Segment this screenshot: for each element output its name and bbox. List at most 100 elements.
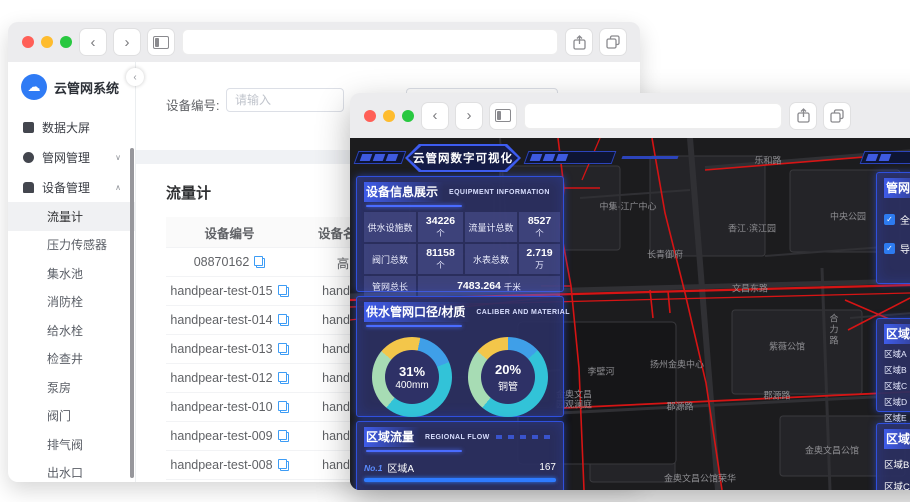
stat-unit: 千米 xyxy=(503,281,521,292)
layer-option[interactable]: ✓ 全选 xyxy=(884,212,910,227)
chevron-down-icon: ∨ xyxy=(115,152,121,162)
region-peak-panel: 区域峰值 区域A 区域B 区域C 区域D 区域E 0 xyxy=(876,318,910,423)
stat-value: 34226 xyxy=(425,214,456,227)
address-bar[interactable] xyxy=(524,102,782,129)
copy-icon[interactable] xyxy=(277,459,289,471)
browser-chrome: ‹ › xyxy=(350,93,910,138)
pipe-layers-panel: 管网图层 ✓ 全选 ✓ 导入 xyxy=(876,172,910,284)
sidebar-item-pump-house[interactable]: 泵房 xyxy=(8,373,135,402)
copy-icon[interactable] xyxy=(277,372,289,384)
sidebar-item-valve[interactable]: 阀门 xyxy=(8,402,135,431)
close-window-button[interactable] xyxy=(364,109,376,122)
share-button[interactable] xyxy=(566,29,592,55)
sidebar-item-water-hydrant[interactable]: 给水栓 xyxy=(8,316,135,345)
copy-icon[interactable] xyxy=(277,430,289,442)
address-bar[interactable] xyxy=(182,29,558,55)
dashboard: 乐和路 中集·江广中心 香江·滨江园 中央公园 长青御府 文昌东路 合力路 紫薇… xyxy=(350,138,910,490)
flow-bar-track xyxy=(364,478,556,482)
maximize-window-button[interactable] xyxy=(402,109,414,122)
copy-icon[interactable] xyxy=(277,401,289,413)
sidebar-item-outlet[interactable]: 出水口 xyxy=(8,459,135,483)
checkbox-checked-icon[interactable]: ✓ xyxy=(884,214,895,225)
tab-overview-button[interactable] xyxy=(148,29,174,55)
maximize-window-button[interactable] xyxy=(60,36,72,48)
stat-unit: 个 xyxy=(535,228,544,239)
tab-overview-button[interactable] xyxy=(490,102,516,129)
sidebar-item-flowmeter[interactable]: 流量计 xyxy=(8,202,135,231)
device-id-label: 设备编号: xyxy=(166,99,220,113)
device-id: handpear-test-010 xyxy=(170,400,273,414)
sidebar-scrollbar[interactable] xyxy=(130,148,134,478)
legend-item: 区域D xyxy=(884,396,910,408)
regional-flow-panel: 区域流量 REGIONAL FLOW No.1 区域A 167 No.2 区域C… xyxy=(356,421,564,490)
forward-button[interactable]: › xyxy=(456,102,482,129)
stat-value: 2.719 xyxy=(526,246,553,259)
material-donut-chart[interactable]: 20% 铜管 xyxy=(468,337,548,417)
map-road-label: 郡源路 xyxy=(763,390,791,401)
caliber-donut-chart[interactable]: 31% 400mm xyxy=(372,337,452,417)
copy-icon[interactable] xyxy=(277,343,289,355)
sidebar-collapse-button[interactable]: ‹ xyxy=(126,68,144,86)
minimize-window-button[interactable] xyxy=(383,109,395,122)
tabs-button[interactable] xyxy=(600,29,626,55)
sidebar-item-label: 数据大屏 xyxy=(42,120,91,135)
sidebar-toggle-icon xyxy=(153,35,169,49)
equipment-info-panel: 设备信息展示 EQUIPMENT INFORMATION 供水设施数 34226… xyxy=(356,176,564,297)
map-road-label: 乐和路 xyxy=(754,155,782,166)
panel-title: 区域流量 xyxy=(364,427,421,447)
map-place-label: 中央公园 xyxy=(829,211,867,222)
panel-title: 区域流量 xyxy=(884,429,910,449)
map-place-label: 紫薇公馆 xyxy=(768,341,806,352)
region-row: 区域B xyxy=(884,460,910,471)
map-place-label: 中集·江广中心 xyxy=(599,201,657,212)
browser-chrome: ‹ › xyxy=(8,22,640,62)
stat-label: 水表总数 xyxy=(472,254,509,265)
device-id: handpear-test-009 xyxy=(170,429,273,443)
map-place-label: 金奥文昌公馆荣华 xyxy=(663,473,737,484)
back-icon: ‹ xyxy=(432,107,438,124)
checkbox-checked-icon[interactable]: ✓ xyxy=(884,243,895,254)
regional-flow-right-panel: 区域流量 区域B 区域C 区域D 区域E xyxy=(876,423,910,490)
device-id: handpear-test-013 xyxy=(170,342,273,356)
layer-option[interactable]: ✓ 导入 xyxy=(884,241,910,256)
traffic-lights xyxy=(22,36,72,48)
title-underline xyxy=(366,325,462,327)
legend-label: 区域C xyxy=(884,381,908,391)
sidebar-item-device-management[interactable]: 设备管理 ∧ xyxy=(8,172,135,202)
pipe-management-icon xyxy=(23,151,34,163)
header-decoration-left xyxy=(353,151,407,164)
device-id-input[interactable] xyxy=(226,88,344,112)
flow-value: 167 xyxy=(539,462,556,473)
app-logo: ☁ 云管网系统 xyxy=(8,62,135,112)
forward-button[interactable]: › xyxy=(114,29,140,55)
minimize-window-button[interactable] xyxy=(41,36,53,48)
sidebar-item-pressure-sensor[interactable]: 压力传感器 xyxy=(8,231,135,260)
device-id: handpear-test-014 xyxy=(170,313,273,327)
sidebar-item-data-screen[interactable]: 数据大屏 xyxy=(8,112,135,142)
sidebar-item-exhaust-valve[interactable]: 排气阀 xyxy=(8,430,135,459)
back-button[interactable]: ‹ xyxy=(80,29,106,55)
sidebar-item-inspection-well[interactable]: 检查井 xyxy=(8,345,135,374)
legend-item: 区域B xyxy=(884,364,910,376)
sidebar-item-pipe-management[interactable]: 管网管理 ∨ xyxy=(8,142,135,172)
stat-unit: 个 xyxy=(436,260,445,271)
share-button[interactable] xyxy=(790,102,816,129)
panel-subtitle: EQUIPMENT INFORMATION xyxy=(449,188,550,196)
map-place-label: 李壁河 xyxy=(587,366,615,377)
checkbox-label: 导入 xyxy=(900,245,910,256)
back-button[interactable]: ‹ xyxy=(422,102,448,129)
panel-title: 供水管网口径/材质 xyxy=(364,302,472,322)
rank-badge: No.1 xyxy=(364,462,383,473)
close-window-button[interactable] xyxy=(22,36,34,48)
sidebar-item-fire-hydrant[interactable]: 消防栓 xyxy=(8,288,135,317)
header-decoration-far-right xyxy=(859,151,910,164)
checkbox-label: 全选 xyxy=(900,216,910,227)
tabs-button[interactable] xyxy=(824,102,850,129)
map-place-label: 金奥文昌公馆 xyxy=(804,445,860,456)
copy-icon[interactable] xyxy=(254,256,266,268)
copy-icon[interactable] xyxy=(277,314,289,326)
dashboard-title-badge: 云管网数字可视化 xyxy=(405,144,521,172)
sidebar: ☁ 云管网系统 数据大屏 管网管理 ∨ 设备管理 ∧ 流量计 压力传感器 集水池… xyxy=(8,62,144,483)
copy-icon[interactable] xyxy=(277,285,289,297)
sidebar-item-sump[interactable]: 集水池 xyxy=(8,259,135,288)
